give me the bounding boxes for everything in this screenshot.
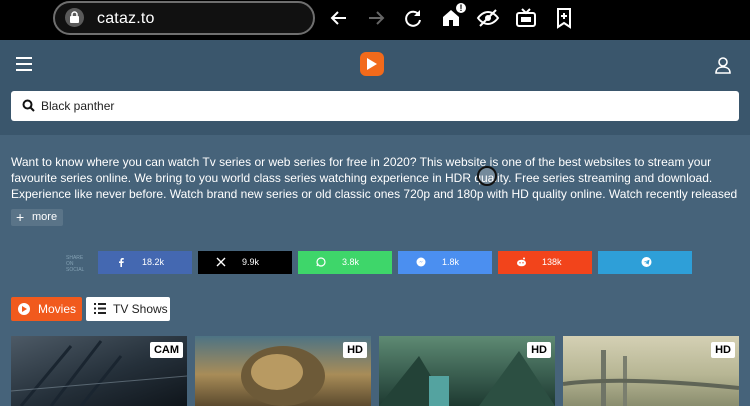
search-input[interactable] xyxy=(41,95,721,117)
share-count: 1.8k xyxy=(442,257,460,267)
share-messenger-button[interactable]: 1.8k xyxy=(398,251,492,274)
tv-icon[interactable] xyxy=(514,6,538,30)
quality-badge: HD xyxy=(527,342,551,358)
share-telegram-button[interactable] xyxy=(598,251,692,274)
share-whatsapp-button[interactable]: 3.8k xyxy=(298,251,392,274)
more-button-label: more xyxy=(32,211,58,223)
more-button[interactable]: + more xyxy=(11,209,63,226)
tab-tv-shows-label: TV Shows xyxy=(113,302,168,316)
movie-card[interactable]: CAM xyxy=(11,336,187,406)
quality-badge: CAM xyxy=(149,342,183,358)
browser-toolbar: cataz.to ! xyxy=(0,0,750,40)
share-x-button[interactable]: 9.9k xyxy=(198,251,292,274)
home-alert-badge: ! xyxy=(456,3,466,13)
quality-badge: HD xyxy=(711,342,735,358)
x-icon xyxy=(216,257,226,267)
forward-arrow-icon[interactable] xyxy=(364,6,388,30)
share-facebook-button[interactable]: 18.2k xyxy=(98,251,192,274)
quality-badge: HD xyxy=(343,342,367,358)
share-count: 18.2k xyxy=(142,257,165,267)
messenger-icon xyxy=(416,257,426,267)
facebook-icon xyxy=(119,258,124,267)
whatsapp-icon xyxy=(316,257,326,267)
address-bar[interactable]: cataz.to xyxy=(53,1,315,35)
list-icon xyxy=(94,303,106,317)
share-count: 3.8k xyxy=(342,257,360,267)
site-description: Want to know where you can watch Tv seri… xyxy=(11,155,738,201)
tab-movies-label: Movies xyxy=(38,302,77,316)
share-label: SHARE ON SOCIAL xyxy=(66,255,85,273)
lock-icon[interactable] xyxy=(65,8,84,27)
reload-icon[interactable] xyxy=(401,6,425,30)
tab-tv-shows[interactable]: TV Shows xyxy=(86,297,170,321)
movie-card[interactable]: HD xyxy=(379,336,555,406)
hide-eye-icon[interactable] xyxy=(476,6,500,30)
reddit-icon xyxy=(517,257,526,267)
share-count: 9.9k xyxy=(242,257,260,267)
url-text[interactable]: cataz.to xyxy=(97,10,155,28)
search-box[interactable] xyxy=(11,91,739,121)
back-arrow-icon[interactable] xyxy=(327,6,351,30)
site-logo-icon[interactable] xyxy=(360,52,384,76)
menu-icon[interactable] xyxy=(16,57,32,71)
search-icon[interactable] xyxy=(22,99,35,117)
movie-card[interactable]: HD xyxy=(563,336,739,406)
telegram-icon xyxy=(641,257,652,267)
play-icon xyxy=(18,303,30,315)
user-icon[interactable] xyxy=(714,56,732,79)
plus-icon: + xyxy=(16,209,25,225)
bookmark-add-icon[interactable] xyxy=(552,6,576,30)
movie-card[interactable]: HD xyxy=(195,336,371,406)
tab-movies[interactable]: Movies xyxy=(11,297,82,321)
site-header xyxy=(0,40,750,135)
pointer-cursor-icon xyxy=(477,166,497,186)
share-count: 138k xyxy=(542,257,562,267)
share-reddit-button[interactable]: 138k xyxy=(498,251,592,274)
